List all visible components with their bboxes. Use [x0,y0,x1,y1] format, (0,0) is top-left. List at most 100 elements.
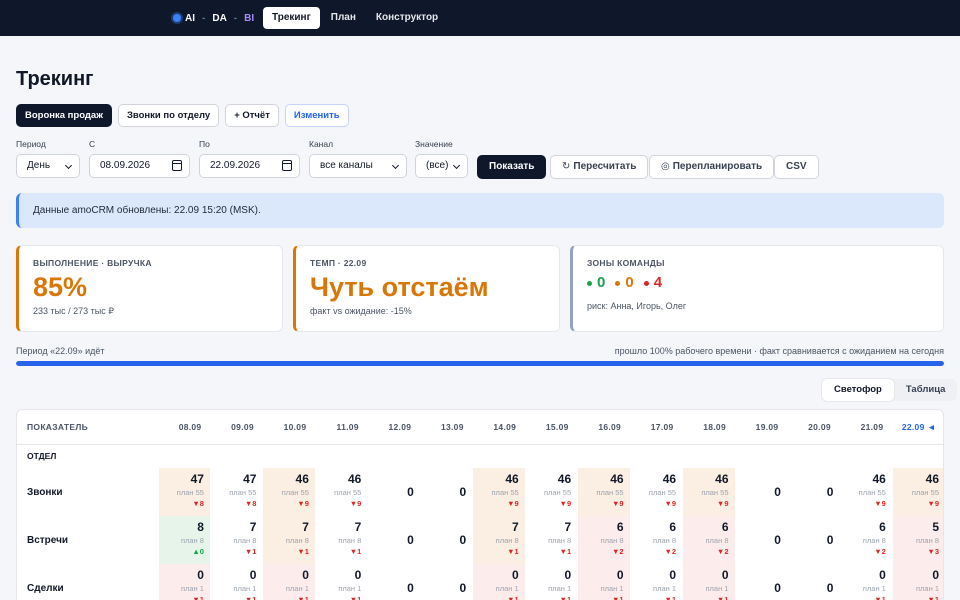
replan-button[interactable]: ◎ Перепланировать [649,155,775,179]
table-cell[interactable]: 0 [367,516,421,564]
zone-red-count: 4 [653,274,663,291]
table-cell[interactable]: 46 план 55 ▼9 [577,468,631,516]
cell-value: 46 [662,472,677,486]
table-cell[interactable]: 46 план 55 ▼9 [891,468,943,516]
table-cell[interactable]: 0 план 1 ▼1 [891,564,943,600]
table-cell[interactable]: 0 план 1 ▼1 [839,564,893,600]
table-cell[interactable]: 0 план 1 ▼1 [314,564,368,600]
table-cell[interactable]: 0 [367,468,421,516]
cell-delta: ▼9 [349,499,362,508]
to-date-input[interactable]: 22.09.2026 [199,154,300,178]
cell-delta: ▼3 [927,547,939,556]
table-cell[interactable]: 0 [419,468,473,516]
cell-plan: план 1 [600,584,624,593]
table-cell[interactable]: 0 план 1 ▼1 [629,564,683,600]
cell-value: 7 [249,520,257,534]
cell-plan: план 1 [180,584,204,593]
cell-value: 6 [721,520,729,534]
table-cell[interactable]: 46 план 55 ▼9 [472,468,526,516]
cell-value: 0 [302,568,309,582]
table-cell[interactable]: 7 план 8 ▼1 [524,516,578,564]
table-cell[interactable]: 0 план 1 ▼1 [157,564,211,600]
table-cell[interactable]: 6 план 8 ▼2 [682,516,735,564]
table-cell[interactable]: 0 [367,564,421,600]
table-cell[interactable]: 7 план 8 ▼1 [209,516,263,564]
table-cell[interactable]: 0 план 1 ▼1 [682,564,735,600]
header-date: 10.09 [262,410,316,445]
table-cell[interactable]: 0 план 1 ▼1 [262,564,316,600]
table-cell[interactable]: 0 [734,564,788,600]
period-progress-fill [16,361,944,366]
table-cell[interactable]: 0 [419,564,473,600]
table-cell[interactable]: 5 план 8 ▼3 [891,516,943,564]
cell-value: 0 [249,568,257,582]
edit-button[interactable]: Изменить [284,104,349,127]
table-cell[interactable]: 46 план 55 ▼9 [314,468,368,516]
table-cell[interactable]: 0 план 1 ▼1 [472,564,526,600]
table-cell[interactable]: 0 [734,468,788,516]
nav-tracking[interactable]: Трекинг [263,7,320,29]
table-cell[interactable]: 47 план 55 ▼8 [209,468,263,516]
period-select[interactable]: День [16,154,80,178]
top-navbar: AI - DA - BI Трекинг План Конструктор [0,0,960,36]
period-note: прошло 100% рабочего времени · факт срав… [614,346,944,356]
table-cell[interactable]: 0 план 1 ▼1 [209,564,263,600]
table-cell[interactable]: 46 план 55 ▼9 [629,468,683,516]
value-select[interactable]: (все) [415,154,468,178]
brand-logo[interactable]: AI - DA - BI [173,12,254,24]
calendar-icon[interactable] [172,160,182,171]
cell-value: 46 [610,472,624,486]
tempo-card: ТЕМП · 22.09 Чуть отстаём факт vs ожидан… [293,245,560,332]
view-traffic-light[interactable]: Светофор [822,379,894,401]
cell-value: 0 [669,568,677,582]
cell-value: 0 [721,568,729,582]
table-cell[interactable]: 6 план 8 ▼2 [577,516,631,564]
table-cell[interactable]: 46 план 55 ▼9 [839,468,893,516]
recalc-button[interactable]: ↻ Пересчитать [550,155,649,179]
nav-constructor[interactable]: Конструктор [367,7,447,29]
table-cell[interactable]: 46 план 55 ▼9 [682,468,735,516]
cell-delta: ▼1 [716,595,729,600]
from-date-input[interactable]: 08.09.2026 [89,154,190,178]
channel-select[interactable]: все каналы [309,154,407,178]
table-cell[interactable]: 8 план 8 ▲0 [157,516,211,564]
recalc-label: Пересчитать [573,161,637,172]
table-cell[interactable]: 46 план 55 ▼9 [262,468,316,516]
cell-delta: ▼1 [927,595,939,600]
cell-value: 0 [459,532,467,547]
add-report-button[interactable]: + Отчёт [225,104,279,127]
csv-button[interactable]: CSV [774,155,819,179]
table-cell[interactable]: 0 [786,564,840,600]
cell-delta: ▼1 [244,595,257,600]
view-table[interactable]: Таблица [894,379,958,401]
calendar-icon[interactable] [282,160,292,171]
table-cell[interactable]: 47 план 55 ▼8 [157,468,211,516]
nav-plan[interactable]: План [322,7,365,29]
table-cell[interactable]: 6 план 8 ▼2 [839,516,893,564]
table-cell[interactable]: 7 план 8 ▼1 [472,516,526,564]
cell-delta: ▼1 [507,595,519,600]
show-button[interactable]: Показать [477,155,547,179]
table-cell[interactable]: 0 план 1 ▼1 [524,564,578,600]
table-cell[interactable]: 7 план 8 ▼1 [262,516,316,564]
table-cell[interactable]: 0 [786,468,840,516]
cell-delta: ▼2 [716,547,729,556]
table-cell[interactable]: 0 [734,516,788,564]
from-date-value: 08.09.2026 [100,160,151,171]
table-cell[interactable]: 0 план 1 ▼1 [577,564,631,600]
table-cell[interactable]: 7 план 8 ▼1 [314,516,368,564]
header-date: 19.09 [735,410,788,445]
table-cell[interactable]: 0 [419,516,473,564]
tab-sales-funnel[interactable]: Воронка продаж [16,104,112,127]
cell-plan: план 1 [548,584,572,593]
cell-value: 46 [295,472,309,486]
table-cell[interactable]: 46 план 55 ▼9 [524,468,578,516]
table-cell[interactable]: 6 план 8 ▼2 [629,516,683,564]
cell-plan: план 55 [229,488,257,497]
chevron-down-icon [452,161,461,170]
brand-part-da: DA [212,12,227,24]
cell-delta: ▼1 [349,547,362,556]
cell-value: 0 [879,568,886,582]
tab-calls-by-dept[interactable]: Звонки по отделу [117,104,220,127]
table-cell[interactable]: 0 [786,516,840,564]
